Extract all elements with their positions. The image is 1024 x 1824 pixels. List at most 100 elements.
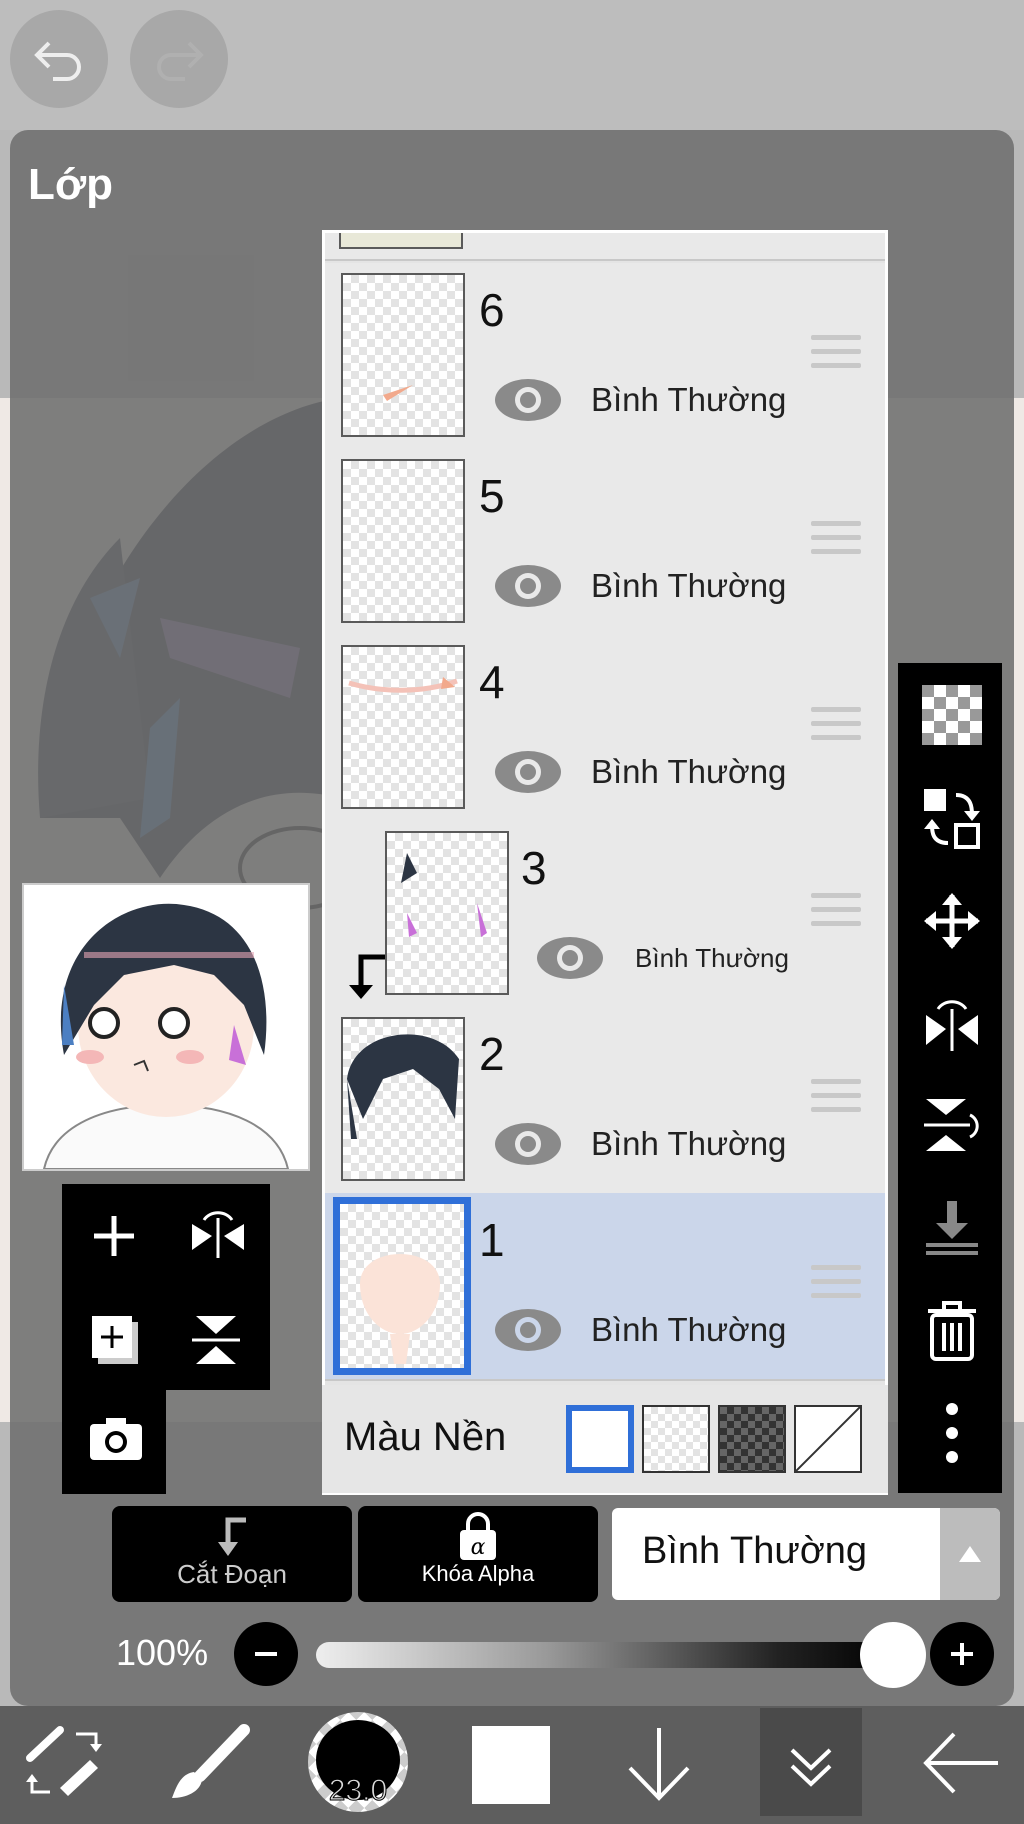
transparency-button[interactable] [922,685,982,745]
none-slash-icon [795,1406,861,1472]
delete-layer-button[interactable] [922,1299,978,1361]
drag-handle-icon[interactable] [811,1265,861,1305]
layer-thumbnail [339,233,463,249]
clipping-label: Cắt Đoạn [177,1559,287,1589]
reference-preview[interactable] [22,883,310,1171]
arrow-left-icon [923,1732,998,1794]
svg-text:α: α [471,1535,486,1560]
redo-button[interactable] [130,10,228,108]
drag-handle-icon[interactable] [811,893,861,933]
reference-artwork [42,903,290,1170]
opacity-slider[interactable] [316,1642,894,1668]
bg-white-swatch[interactable] [566,1405,634,1473]
layer-row-6[interactable]: 6 Bình Thường [325,263,885,451]
alpha-lock-button[interactable]: α Khóa Alpha [358,1506,598,1602]
alpha-lock-icon: α [460,1512,496,1560]
flip-vertical-button[interactable] [188,1312,240,1364]
brush-tool-button[interactable] [164,1718,254,1808]
clipping-button[interactable]: Cắt Đoạn [112,1506,352,1602]
layer-thumbnail [385,831,509,995]
layer-thumbnail [341,273,465,437]
plus-icon [94,1216,134,1256]
layer-blend-mode: Bình Thường [591,1125,787,1162]
layer-down-button[interactable] [614,1718,704,1808]
flip-horizontal-button[interactable] [188,1210,244,1262]
layer-number: 5 [479,470,505,522]
layer-row-5[interactable]: 5 Bình Thường [325,449,885,637]
blend-mode-select[interactable]: Bình Thường [612,1508,1000,1600]
bg-none-swatch[interactable] [794,1405,862,1473]
add-layer-button[interactable] [88,1210,140,1262]
clipping-arrow-icon [349,954,385,999]
double-chevron-down-icon [790,1748,832,1787]
layer-blend-mode: Bình Thường [591,753,787,790]
layer-row-4[interactable]: 4 Bình Thường [325,635,885,823]
opacity-value: 100% [116,1632,209,1673]
visibility-eye-icon[interactable] [535,935,605,981]
visibility-eye-icon[interactable] [493,563,563,609]
bg-light-check-swatch[interactable] [642,1405,710,1473]
collapse-panel-button[interactable] [760,1708,862,1816]
more-options-button[interactable] [922,1401,978,1463]
flip-vertical-icon [924,1099,979,1151]
brush-size-value: 23.0 [328,1774,388,1808]
drag-handle-icon[interactable] [811,521,861,561]
layer-blend-mode: Bình Thường [591,1311,787,1348]
color-swatch-button[interactable] [472,1726,550,1804]
swap-icon [924,789,980,849]
opacity-increase-button[interactable] [930,1622,994,1686]
undo-button[interactable] [10,10,108,108]
drag-handle-icon[interactable] [811,335,861,375]
visibility-eye-icon[interactable] [493,377,563,423]
layer-row-3-clipped[interactable]: 3 Bình Thường [325,821,885,1009]
blend-mode-dropdown-arrow[interactable] [940,1508,1000,1600]
camera-tools [62,1390,166,1494]
layer-blend-mode: Bình Thường [591,381,787,418]
panel-title: Lớp [28,160,114,209]
drag-handle-icon[interactable] [811,1079,861,1119]
layer-row-1-selected[interactable]: 1 Bình Thường [325,1193,885,1381]
layer-number: 2 [479,1028,505,1080]
layer-quick-tools [62,1184,270,1390]
caret-up-icon [959,1546,981,1562]
back-button[interactable] [914,1718,1004,1808]
tool-switch-button[interactable] [20,1718,110,1808]
visibility-eye-icon[interactable] [493,749,563,795]
layer-number: 1 [479,1214,505,1266]
brush-size-preview: 23.0 [308,1712,408,1812]
move-button[interactable] [922,891,980,949]
brush-size-button[interactable]: 23.0 [308,1712,408,1812]
visibility-eye-icon[interactable] [493,1121,563,1167]
flip-horizontal-icon [926,1000,978,1051]
minus-icon [255,1652,277,1656]
drag-handle-icon[interactable] [811,707,861,747]
layer-thumbnail [341,645,465,809]
duplicate-layer-button[interactable] [88,1312,140,1364]
checker-icon [922,685,982,745]
swap-layer-button[interactable] [922,787,980,849]
layer-blend-mode: Bình Thường [635,943,789,973]
background-color-row: Màu Nền [322,1385,888,1493]
flip-vertical-layer-button[interactable] [922,1095,979,1151]
bg-dark-check-swatch[interactable] [718,1405,786,1473]
layer-number: 4 [479,656,505,708]
layer-row-2[interactable]: 2 Bình Thường [325,1007,885,1195]
camera-button[interactable] [88,1414,142,1466]
flip-horizontal-layer-button[interactable] [922,993,978,1051]
visibility-eye-icon[interactable] [493,1307,563,1353]
layer-number: 3 [521,842,547,894]
flip-horizontal-icon [192,1211,244,1258]
trash-icon [928,1301,976,1361]
background-label: Màu Nền [344,1415,507,1459]
flip-vertical-icon [192,1316,240,1364]
layer-list[interactable]: 6 Bình Thường 5 Bình Thường 4 Bình Thườn… [322,230,888,1495]
layer-thumbnail [341,1017,465,1181]
merge-down-button[interactable] [922,1197,978,1255]
brush-icon [172,1724,250,1798]
opacity-slider-knob[interactable] [860,1622,926,1688]
redo-icon [157,41,204,81]
layer-blend-mode: Bình Thường [591,567,787,604]
opacity-decrease-button[interactable] [234,1622,298,1686]
move-icon [924,893,980,949]
layer-row-partial[interactable] [325,233,885,261]
